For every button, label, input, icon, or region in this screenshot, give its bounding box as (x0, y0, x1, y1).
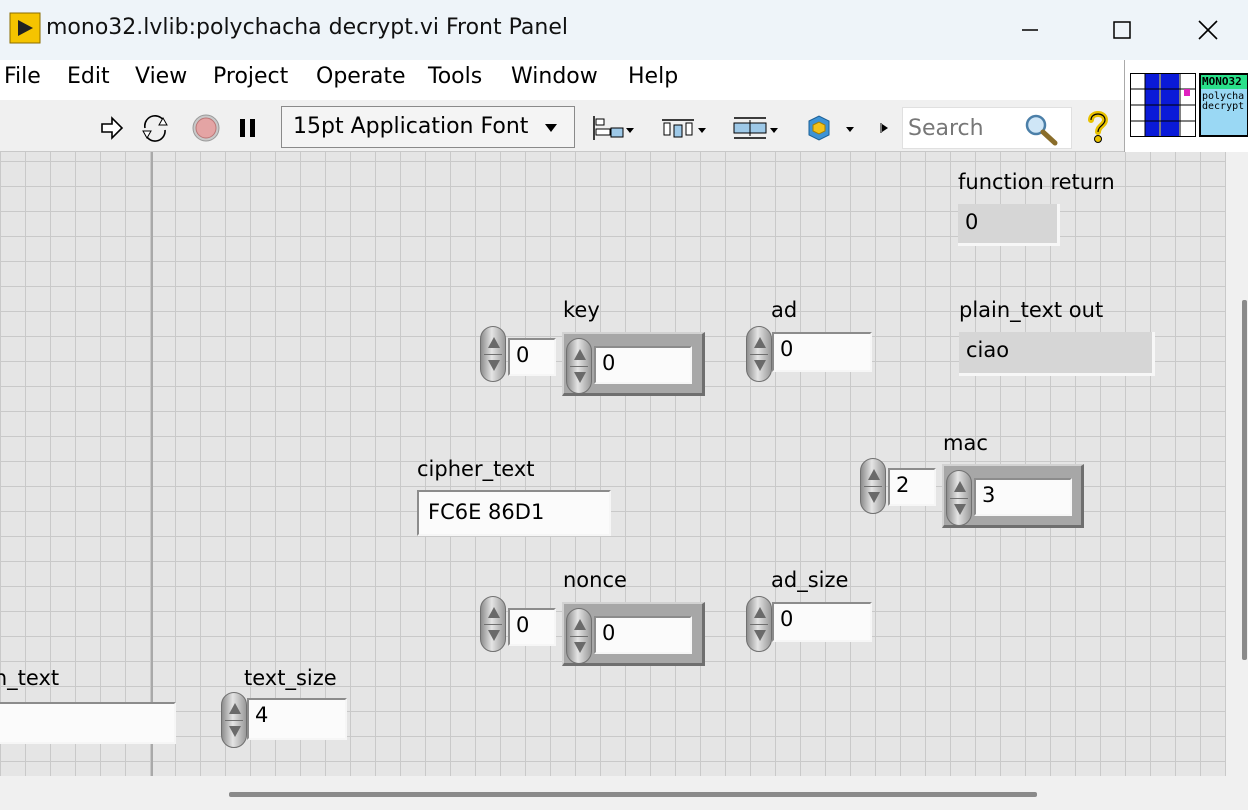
run-button[interactable] (98, 113, 126, 143)
maximize-icon (1113, 21, 1131, 39)
align-objects-icon (593, 116, 634, 140)
text-settings-dropdown[interactable]: 15pt Application Font (281, 106, 575, 148)
vi-corner: MONO32 polycha decrypt (1124, 60, 1248, 152)
vertical-scroll-thumb[interactable] (1242, 300, 1247, 660)
ad-size-increment[interactable] (746, 596, 772, 652)
nonce-label: nonce (563, 568, 627, 592)
front-panel[interactable]: function return 0 key 0 0 ad 0 plain_tex… (0, 152, 1226, 776)
minimize-icon (1022, 29, 1038, 31)
run-continuously-button[interactable] (138, 113, 172, 143)
nonce-value: 0 (602, 621, 616, 645)
run-continuously-icon (142, 115, 168, 142)
text-size-field[interactable]: 4 (247, 698, 347, 740)
context-help-button[interactable] (1082, 108, 1114, 146)
plain-text-out-label: plain_text out (959, 298, 1104, 322)
ad-label: ad (771, 298, 798, 322)
text-size-increment[interactable] (221, 692, 247, 748)
nonce-increment[interactable] (566, 608, 592, 664)
key-index-increment[interactable] (480, 326, 506, 382)
key-label: key (563, 298, 600, 322)
text-size-value: 4 (255, 703, 269, 727)
search-icon[interactable] (1023, 112, 1059, 146)
horizontal-scroll-thumb[interactable] (229, 792, 1037, 797)
vi-icon-title: MONO32 (1201, 75, 1247, 89)
menu-project[interactable]: Project (213, 64, 288, 89)
mac-label: mac (943, 431, 988, 455)
ad-increment[interactable] (746, 326, 772, 382)
mac-index-value: 2 (896, 473, 910, 497)
menu-operate[interactable]: Operate (316, 64, 406, 89)
ad-size-value: 0 (780, 607, 794, 631)
maximize-button[interactable] (1076, 0, 1168, 60)
nonce-index-increment[interactable] (480, 596, 506, 652)
nonce-value-field[interactable]: 0 (594, 616, 692, 654)
cipher-text-field[interactable]: FC6E 86D1 (417, 490, 611, 536)
key-value: 0 (602, 351, 616, 375)
cipher-text-label: cipher_text (417, 457, 535, 481)
nonce-index-value: 0 (516, 613, 530, 637)
minimize-button[interactable] (984, 0, 1076, 60)
function-return-indicator: 0 (958, 204, 1060, 246)
mac-value: 3 (982, 483, 996, 507)
close-button[interactable] (1168, 0, 1248, 60)
mac-increment[interactable] (946, 470, 972, 526)
menu-tools[interactable]: Tools (428, 64, 482, 89)
menu-file[interactable]: File (4, 64, 41, 89)
close-icon (1198, 20, 1218, 40)
ad-field[interactable]: 0 (772, 332, 872, 372)
mac-index-field[interactable]: 2 (888, 468, 936, 506)
toolbar-overflow-handle[interactable] (878, 116, 892, 140)
key-index-value: 0 (516, 343, 530, 367)
reorder-icon (808, 115, 854, 141)
nonce-index-field[interactable]: 0 (508, 608, 556, 646)
vi-icon-line3: decrypt (1202, 101, 1245, 112)
chevron-down-icon (545, 124, 557, 132)
mac-index-increment[interactable] (860, 458, 886, 514)
plain-text-out-indicator: ciao (959, 332, 1155, 376)
stop-icon (192, 114, 220, 142)
abort-button[interactable] (190, 113, 222, 143)
pause-button[interactable] (236, 113, 260, 143)
menu-help[interactable]: Help (628, 64, 678, 89)
mac-value-field[interactable]: 3 (974, 478, 1072, 516)
font-setting-value: 15pt Application Font (293, 114, 529, 139)
labview-app-icon (9, 12, 41, 44)
vi-icon[interactable]: MONO32 polycha decrypt (1199, 73, 1248, 137)
plain-text-label: plain_text (0, 666, 60, 690)
key-increment[interactable] (566, 338, 592, 394)
menu-window[interactable]: Window (511, 64, 598, 89)
resize-objects-button[interactable] (730, 112, 782, 144)
pause-icon (240, 119, 255, 137)
key-value-field[interactable]: 0 (594, 346, 692, 384)
cipher-text-value: FC6E 86D1 (428, 500, 545, 524)
reorder-button[interactable] (802, 112, 858, 144)
help-question-icon (1088, 111, 1109, 143)
function-return-label: function return (958, 170, 1115, 194)
text-size-label: text_size (244, 666, 337, 690)
menu-edit[interactable]: Edit (67, 64, 110, 89)
align-objects-button[interactable] (588, 112, 638, 144)
ad-size-field[interactable]: 0 (772, 602, 872, 642)
distribute-objects-button[interactable] (658, 112, 710, 144)
title-bar: mono32.lvlib:polychacha decrypt.vi Front… (0, 0, 1248, 60)
key-index-field[interactable]: 0 (508, 338, 556, 376)
function-return-value: 0 (965, 210, 979, 234)
connector-pane-icon[interactable] (1130, 73, 1196, 137)
search-placeholder: Search (908, 116, 984, 141)
menu-view[interactable]: View (135, 64, 187, 89)
ad-value: 0 (780, 337, 794, 361)
plain-text-field[interactable] (0, 702, 176, 744)
ad-size-label: ad_size (771, 568, 849, 592)
resize-objects-icon (733, 117, 778, 139)
run-arrow-icon (101, 116, 124, 140)
plain-text-out-value: ciao (966, 338, 1010, 362)
window-title: mono32.lvlib:polychacha decrypt.vi Front… (46, 15, 568, 40)
distribute-objects-icon (662, 119, 706, 138)
search-field[interactable]: Search (902, 107, 1072, 149)
pane-splitter[interactable] (151, 152, 153, 776)
overflow-arrow-icon (880, 123, 888, 133)
